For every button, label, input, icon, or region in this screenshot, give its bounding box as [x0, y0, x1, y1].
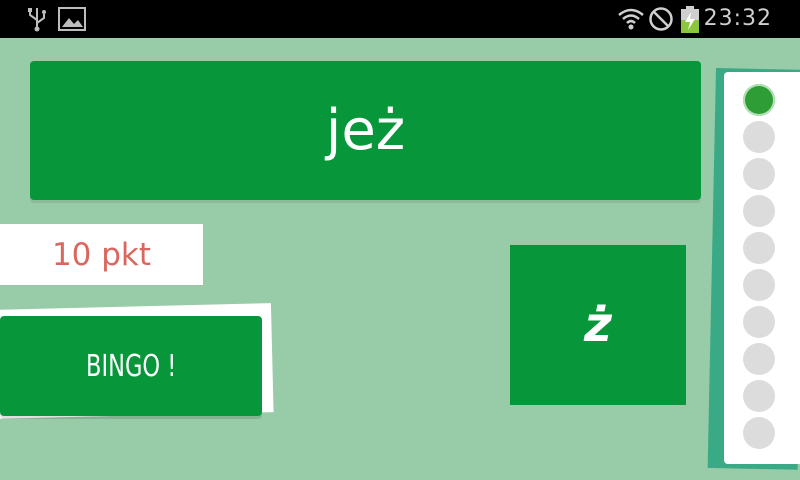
progress-dot: [743, 380, 775, 412]
letter-card[interactable]: ż: [510, 245, 686, 405]
no-sim-icon: [648, 6, 674, 36]
wifi-icon: [617, 6, 645, 36]
progress-dot: [743, 121, 775, 153]
progress-dot: [743, 343, 775, 375]
progress-dot: [743, 84, 775, 116]
battery-charging-icon: [680, 6, 700, 38]
bingo-button-label: BINGO !: [85, 348, 177, 384]
status-bar: 23:32: [0, 0, 800, 38]
progress-dot: [743, 232, 775, 264]
progress-dot: [743, 306, 775, 338]
word-text: jeż: [325, 98, 406, 163]
word-card: jeż: [30, 61, 701, 200]
progress-dot: [743, 195, 775, 227]
progress-dot: [743, 158, 775, 190]
letter-text: ż: [584, 297, 612, 353]
image-icon: [58, 6, 86, 36]
clock: 23:32: [703, 6, 772, 31]
bingo-button-label-wrap[interactable]: BINGO !: [0, 316, 262, 416]
score-text: 10 pkt: [51, 236, 152, 273]
score-display: 10 pkt: [0, 224, 203, 285]
usb-icon: [25, 6, 49, 36]
progress-dot: [743, 269, 775, 301]
progress-panel: [724, 72, 800, 464]
progress-dot: [743, 417, 775, 449]
